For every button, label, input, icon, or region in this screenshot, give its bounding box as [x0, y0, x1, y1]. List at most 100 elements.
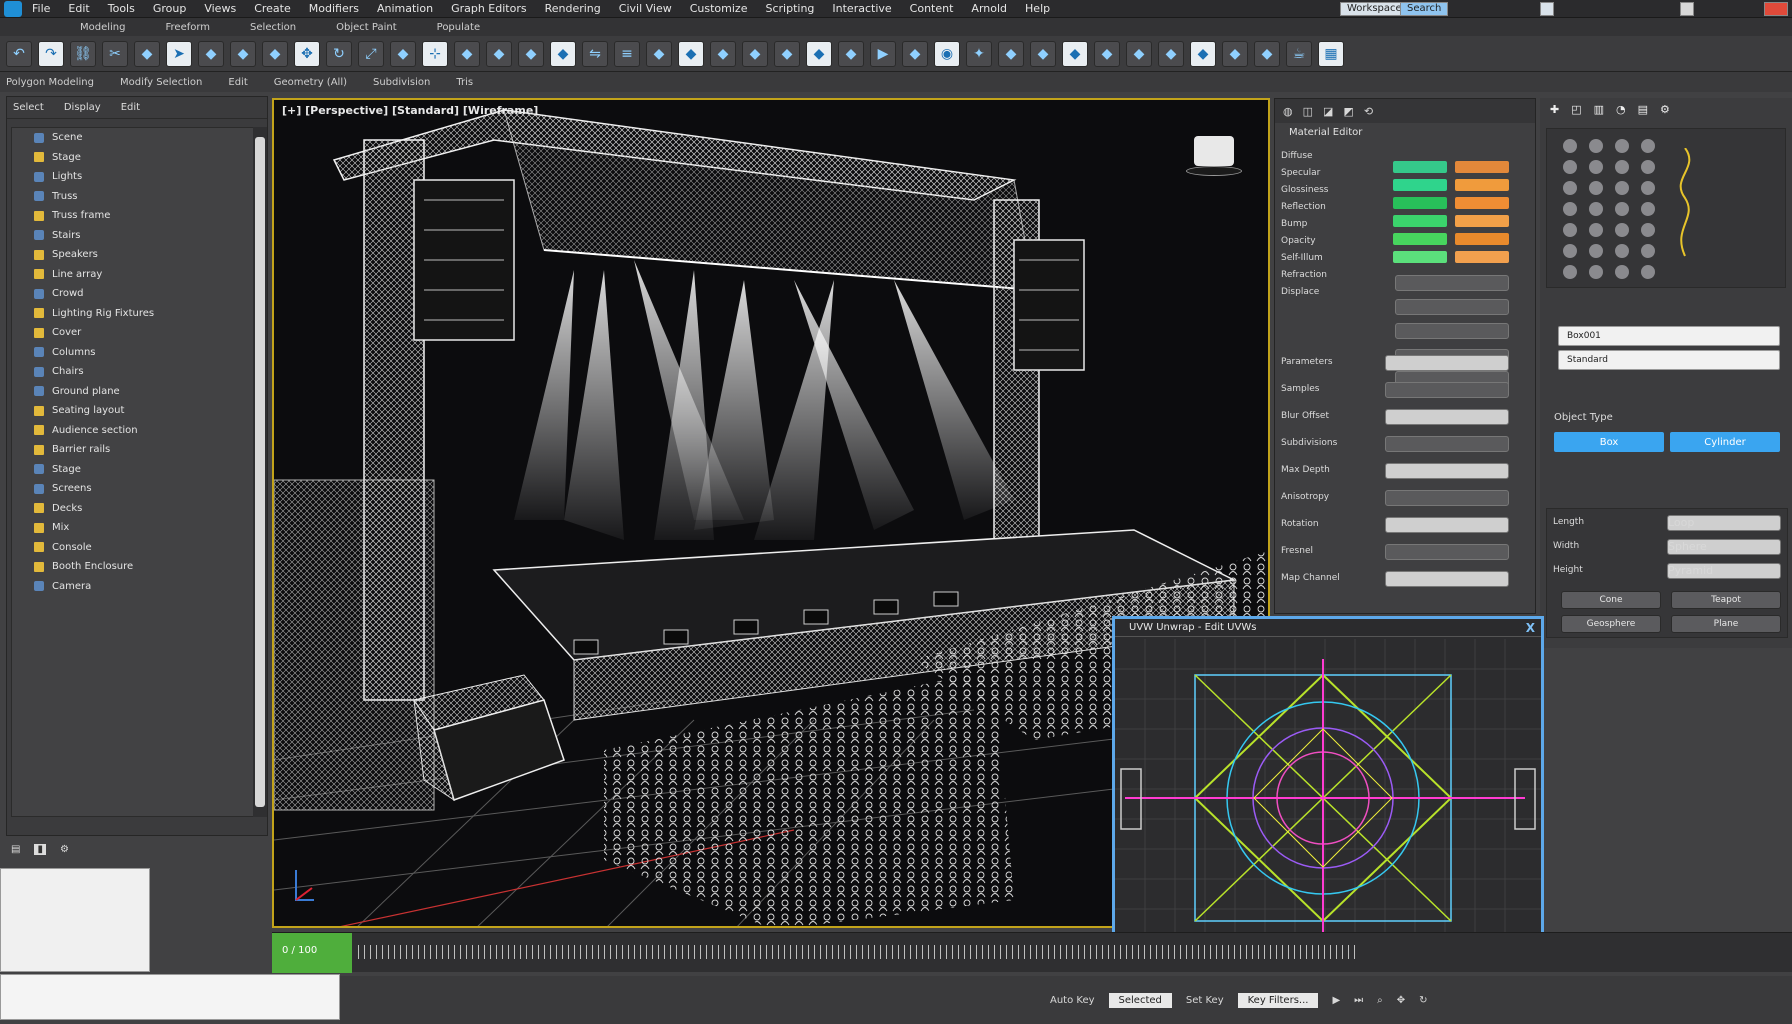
- menu-rendering[interactable]: Rendering: [545, 2, 601, 15]
- layer-icon[interactable]: ◆: [646, 40, 672, 67]
- object-name-field[interactable]: Box001: [1558, 326, 1780, 346]
- search-box[interactable]: Search: [1400, 2, 1449, 16]
- window-icon[interactable]: ◆: [262, 40, 288, 67]
- menu-group[interactable]: Group: [153, 2, 187, 15]
- material-editor-icon[interactable]: ◆: [774, 40, 800, 67]
- modify-tab-icon[interactable]: ◰: [1571, 103, 1581, 116]
- creation-type-icon[interactable]: [1615, 244, 1629, 258]
- material-reset-icon[interactable]: ⟲: [1364, 105, 1373, 118]
- grid-icon[interactable]: ▦: [1318, 40, 1344, 67]
- tree-item[interactable]: Scene: [12, 128, 256, 148]
- uv-layout-canvas[interactable]: [1115, 639, 1541, 953]
- plane-button[interactable]: Plane: [1671, 615, 1781, 633]
- tree-item[interactable]: Stage: [12, 148, 256, 168]
- material-color-swatch[interactable]: [1455, 233, 1509, 245]
- place-icon[interactable]: ◆: [390, 40, 416, 67]
- tree-item[interactable]: Booth Enclosure: [12, 557, 256, 577]
- tab-selection[interactable]: Selection: [250, 22, 296, 33]
- named-set-icon[interactable]: ◆: [550, 40, 576, 67]
- orbit-icon[interactable]: ↻: [1419, 995, 1427, 1006]
- select-name-icon[interactable]: ◆: [198, 40, 224, 67]
- creation-type-icon[interactable]: [1615, 265, 1629, 279]
- tree-item[interactable]: Audience section: [12, 421, 256, 441]
- material-color-swatch[interactable]: [1455, 251, 1509, 263]
- creation-type-icon[interactable]: [1563, 139, 1577, 153]
- tree-item[interactable]: Truss frame: [12, 206, 256, 226]
- graphite-icon[interactable]: ◆: [678, 40, 704, 67]
- material-color-swatch[interactable]: [1455, 197, 1509, 209]
- render-setup-icon[interactable]: ◆: [806, 40, 832, 67]
- viewcube-icon[interactable]: [1186, 136, 1242, 176]
- material-assign-icon[interactable]: ◩: [1343, 105, 1353, 118]
- creation-type-icon[interactable]: [1615, 223, 1629, 237]
- tree-item[interactable]: Decks: [12, 499, 256, 519]
- percent-snap-icon[interactable]: ◆: [486, 40, 512, 67]
- tab-modeling[interactable]: Modeling: [80, 22, 126, 33]
- material-color-swatch[interactable]: [1455, 179, 1509, 191]
- tab-freeform[interactable]: Freeform: [166, 22, 211, 33]
- cylinder-button[interactable]: Cylinder: [1670, 432, 1780, 452]
- rect-select-icon[interactable]: ◆: [230, 40, 256, 67]
- material-color-swatch[interactable]: [1393, 179, 1447, 191]
- menu-tools[interactable]: Tools: [108, 2, 135, 15]
- create-tab-icon[interactable]: ✚: [1550, 103, 1559, 116]
- dialog-close-button[interactable]: X: [1526, 621, 1535, 635]
- motion-icon[interactable]: ◆: [1190, 40, 1216, 67]
- tree-item[interactable]: Stairs: [12, 226, 256, 246]
- align-icon[interactable]: ≡: [614, 40, 640, 67]
- display-icon[interactable]: ◆: [1222, 40, 1248, 67]
- tree-item[interactable]: Columns: [12, 343, 256, 363]
- tree-item[interactable]: Mix: [12, 518, 256, 538]
- material-map-slot[interactable]: [1395, 275, 1509, 291]
- menu-graph-editors[interactable]: Graph Editors: [451, 2, 527, 15]
- creation-type-icon[interactable]: [1589, 139, 1603, 153]
- material-param2-field[interactable]: [1385, 544, 1509, 560]
- creation-type-icon[interactable]: [1615, 139, 1629, 153]
- hierarchy-tab-icon[interactable]: ▥: [1594, 103, 1604, 116]
- creation-type-icon[interactable]: [1563, 202, 1577, 216]
- options-icon[interactable]: ⚙: [60, 844, 69, 855]
- subbar-subdivision[interactable]: Subdivision: [373, 77, 430, 88]
- curve-editor-icon[interactable]: ◆: [710, 40, 736, 67]
- tree-item[interactable]: Chairs: [12, 362, 256, 382]
- zoom-icon[interactable]: ⌕: [1377, 995, 1383, 1006]
- object-type-dropdown[interactable]: Object Type: [1554, 412, 1613, 423]
- display-tab-icon[interactable]: ▤: [1638, 103, 1648, 116]
- selected-dropdown[interactable]: Selected: [1108, 992, 1172, 1008]
- tree-item[interactable]: Screens: [12, 479, 256, 499]
- tree-item[interactable]: Crowd: [12, 284, 256, 304]
- tree-item[interactable]: Lighting Rig Fixtures: [12, 304, 256, 324]
- close-window-button[interactable]: [1764, 2, 1788, 16]
- mirror-icon[interactable]: ⇋: [582, 40, 608, 67]
- menu-scripting[interactable]: Scripting: [765, 2, 814, 15]
- material-map-slot[interactable]: [1395, 299, 1509, 315]
- scene-tree-scrollbar[interactable]: [253, 127, 267, 817]
- hierarchy-icon[interactable]: ◆: [1158, 40, 1184, 67]
- material-color-swatch[interactable]: [1393, 251, 1447, 263]
- utilities-icon[interactable]: ◆: [1254, 40, 1280, 67]
- light-icon[interactable]: ✦: [966, 40, 992, 67]
- creation-type-icon[interactable]: [1641, 265, 1655, 279]
- material-sphere-icon[interactable]: ◍: [1283, 105, 1293, 118]
- tree-item[interactable]: Stage: [12, 460, 256, 480]
- teapot-icon[interactable]: ☕: [1286, 40, 1312, 67]
- menu-animation[interactable]: Animation: [377, 2, 433, 15]
- menu-interactive[interactable]: Interactive: [832, 2, 891, 15]
- subbar-tris[interactable]: Tris: [456, 77, 473, 88]
- tree-item[interactable]: Line array: [12, 265, 256, 285]
- snap-icon[interactable]: ⊹: [422, 40, 448, 67]
- material-param2-field[interactable]: [1385, 490, 1509, 506]
- creation-type-icon[interactable]: [1563, 160, 1577, 174]
- material-color-swatch[interactable]: [1455, 215, 1509, 227]
- menu-edit[interactable]: Edit: [68, 2, 89, 15]
- tree-item[interactable]: Speakers: [12, 245, 256, 265]
- shape-icon[interactable]: ◆: [1030, 40, 1056, 67]
- material-param2-field[interactable]: [1385, 382, 1509, 398]
- teapot-button[interactable]: Teapot: [1671, 591, 1781, 609]
- unlink-icon[interactable]: ✂: [102, 40, 128, 67]
- material-color-swatch[interactable]: [1393, 161, 1447, 173]
- menu-content[interactable]: Content: [910, 2, 954, 15]
- material-get-icon[interactable]: ◫: [1303, 105, 1313, 118]
- creation-type-icon[interactable]: [1563, 181, 1577, 195]
- camera-icon[interactable]: ◉: [934, 40, 960, 67]
